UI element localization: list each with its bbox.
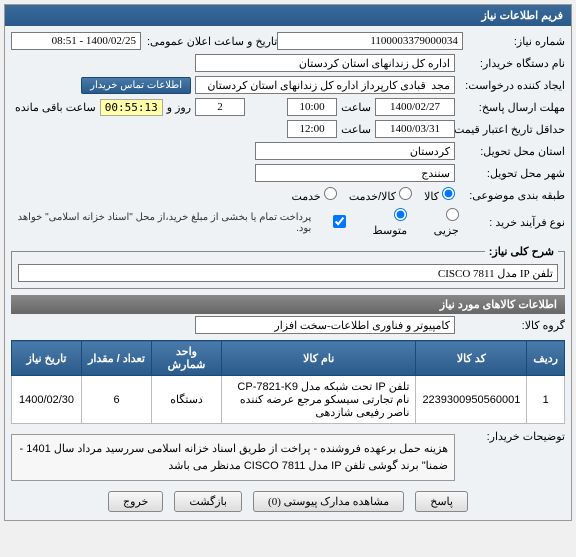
- req-no-input[interactable]: [277, 32, 463, 50]
- table-header-row: ردیف کد کالا نام کالا واحد شمارش تعداد /…: [12, 341, 565, 376]
- deadline-date-input[interactable]: [375, 98, 455, 116]
- panel-title: فریم اطلاعات نیاز: [5, 5, 571, 26]
- group-label: گروه کالا:: [455, 319, 565, 332]
- valid-label: حداقل تاریخ اعتبار قیمت: تا تاریخ:: [455, 123, 565, 136]
- radio-supply[interactable]: خدمت: [291, 187, 336, 203]
- back-button[interactable]: بازگشت: [174, 491, 242, 512]
- buyer-input[interactable]: [195, 54, 455, 72]
- creator-input[interactable]: [195, 76, 455, 94]
- pay-note: پرداخت تمام یا بخشی از مبلغ خرید،از محل …: [11, 212, 311, 234]
- deadline-time-input[interactable]: [287, 98, 337, 116]
- creator-label: ایجاد کننده درخواست:: [455, 79, 565, 92]
- hour-word: ساعت: [341, 101, 371, 114]
- notes-box: هزینه حمل برعهده فروشنده - پراخت از طریق…: [11, 434, 455, 481]
- radio-service-input[interactable]: [399, 187, 412, 200]
- row-province: استان محل تحویل:: [11, 140, 565, 162]
- pkg-label: طبقه بندی موضوعی:: [455, 189, 565, 202]
- row-creator: ایجاد کننده درخواست: اطلاعات تماس خریدار: [11, 74, 565, 96]
- check-pay-input[interactable]: [333, 215, 346, 228]
- hour-word2: ساعت: [341, 123, 371, 136]
- info-panel: فریم اطلاعات نیاز شماره نیاز: تاریخ و سا…: [4, 4, 572, 521]
- table-row[interactable]: 1 2239300950560001 تلفن IP تحت شبکه مدل …: [12, 376, 565, 424]
- city-label: شهر محل تحویل:: [455, 167, 565, 180]
- countdown-box: 00:55:13: [100, 99, 163, 116]
- day-word: روز و: [167, 101, 191, 114]
- buyer-label: نام دستگاه خریدار:: [455, 57, 565, 70]
- pub-date-label: تاریخ و ساعت اعلان عمومی:: [141, 35, 277, 48]
- row-notes: توضیحات خریدار: هزینه حمل برعهده فروشنده…: [11, 428, 565, 483]
- row-req-no: شماره نیاز: تاریخ و ساعت اعلان عمومی:: [11, 30, 565, 52]
- cell-qty: 6: [82, 376, 152, 424]
- panel-body: شماره نیاز: تاریخ و ساعت اعلان عمومی: نا…: [5, 26, 571, 520]
- radio-kala[interactable]: کالا: [424, 187, 455, 203]
- city-input[interactable]: [255, 164, 455, 182]
- row-deadline: مهلت ارسال پاسخ: ساعت روز و 00:55:13 ساع…: [11, 96, 565, 118]
- deadline-label: مهلت ارسال پاسخ:: [455, 101, 565, 114]
- footer-buttons: پاسخ مشاهده مدارک پیوستی (0) بازگشت خروج: [11, 483, 565, 516]
- check-pay[interactable]: [333, 215, 346, 231]
- items-table: ردیف کد کالا نام کالا واحد شمارش تعداد /…: [11, 340, 565, 424]
- remaining-word: ساعت باقی مانده: [15, 101, 96, 114]
- cell-date: 1400/02/30: [12, 376, 82, 424]
- cell-code: 2239300950560001: [416, 376, 527, 424]
- radio-jozi[interactable]: جزیی: [419, 208, 459, 237]
- row-pkg: طبقه بندی موضوعی: کالا کالا/خدمت خدمت: [11, 184, 565, 206]
- cell-name: تلفن IP تحت شبکه مدل CP-7821-K9 نام تجار…: [222, 376, 416, 424]
- th-idx: ردیف: [527, 341, 565, 376]
- days-remaining-input[interactable]: [195, 98, 245, 116]
- radio-supply-input[interactable]: [324, 187, 337, 200]
- radio-kala-input[interactable]: [442, 187, 455, 200]
- row-group: گروه کالا:: [11, 314, 565, 336]
- th-qty: تعداد / مقدار: [82, 341, 152, 376]
- th-code: کد کالا: [416, 341, 527, 376]
- row-buyer: نام دستگاه خریدار:: [11, 52, 565, 74]
- radio-service[interactable]: کالا/خدمت: [349, 187, 412, 203]
- radio-jozi-input[interactable]: [446, 208, 459, 221]
- summary-fieldset: شرح کلی نیاز:: [11, 245, 565, 289]
- th-date: تاریخ نیاز: [12, 341, 82, 376]
- province-input[interactable]: [255, 142, 455, 160]
- cell-idx: 1: [527, 376, 565, 424]
- radio-mid-input[interactable]: [394, 208, 407, 221]
- row-city: شهر محل تحویل:: [11, 162, 565, 184]
- valid-date-input[interactable]: [375, 120, 455, 138]
- row-valid: حداقل تاریخ اعتبار قیمت: تا تاریخ: ساعت: [11, 118, 565, 140]
- radio-mid[interactable]: متوسط: [358, 208, 407, 237]
- reply-button[interactable]: پاسخ: [415, 491, 468, 512]
- cell-unit: دستگاه: [152, 376, 222, 424]
- row-proc: نوع فرآیند خرید : جزیی متوسط پرداخت تمام…: [11, 206, 565, 239]
- th-name: نام کالا: [222, 341, 416, 376]
- group-input[interactable]: [195, 316, 455, 334]
- province-label: استان محل تحویل:: [455, 145, 565, 158]
- req-no-label: شماره نیاز:: [463, 35, 565, 48]
- close-button[interactable]: خروج: [108, 491, 163, 512]
- contact-button[interactable]: اطلاعات تماس خریدار: [81, 77, 191, 94]
- notes-label: توضیحات خریدار:: [455, 430, 565, 443]
- summary-input[interactable]: [18, 264, 558, 282]
- pub-date-input[interactable]: [11, 32, 141, 50]
- valid-time-input[interactable]: [287, 120, 337, 138]
- proc-label: نوع فرآیند خرید :: [459, 216, 565, 229]
- summary-legend: شرح کلی نیاز:: [485, 245, 558, 258]
- items-section-header: اطلاعات کالاهای مورد نیاز: [11, 295, 565, 314]
- th-unit: واحد شمارش: [152, 341, 222, 376]
- attachments-button[interactable]: مشاهده مدارک پیوستی (0): [253, 491, 404, 512]
